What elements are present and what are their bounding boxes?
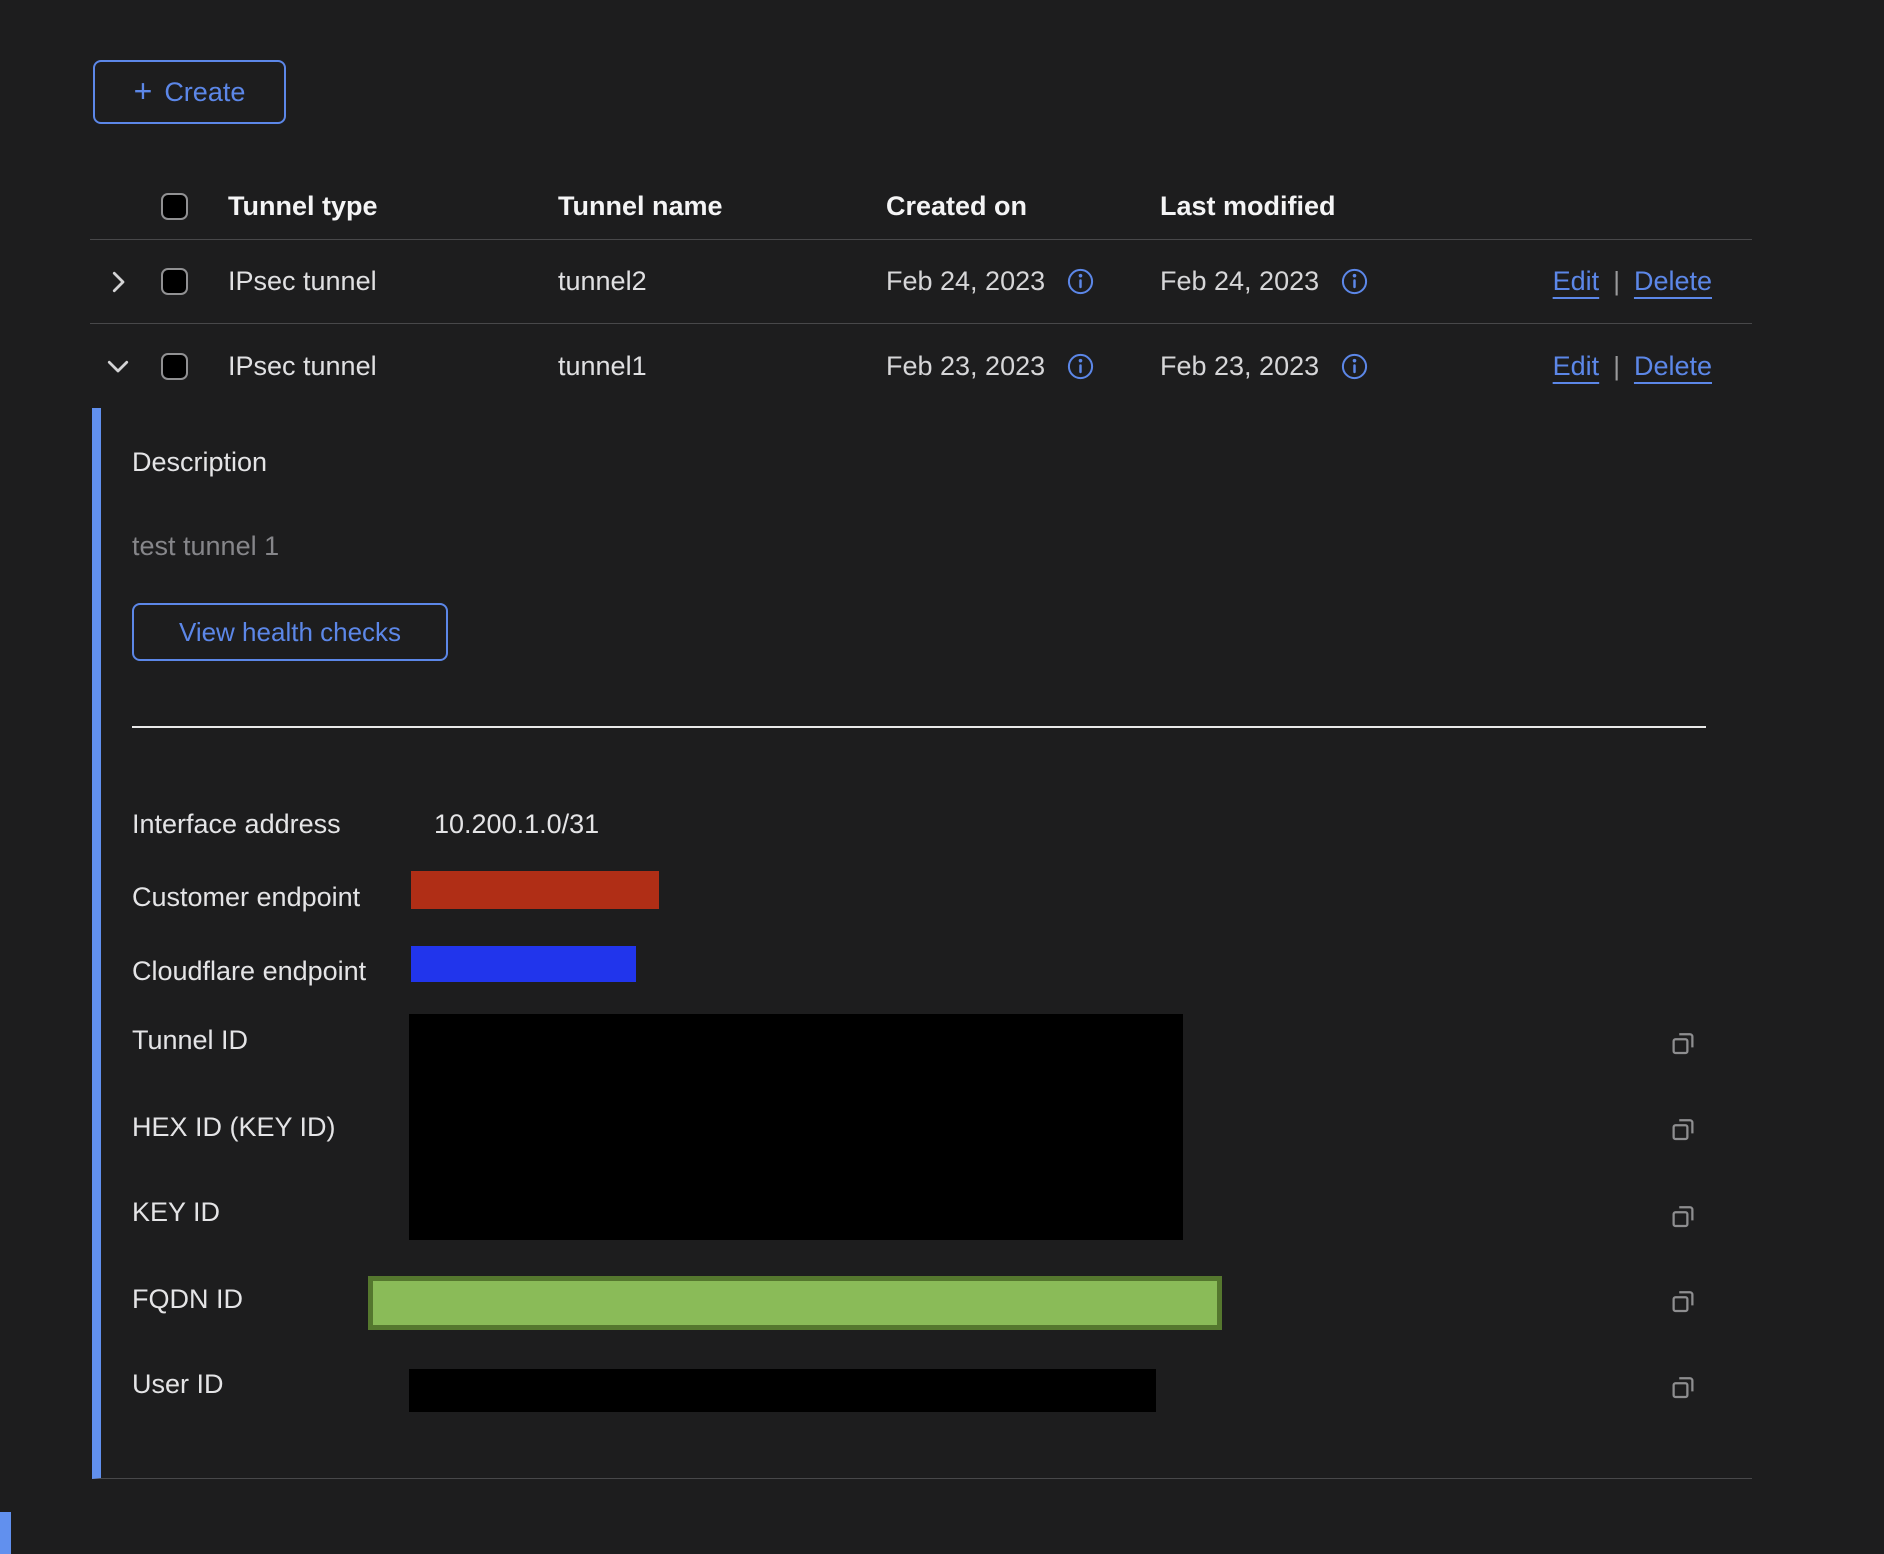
- create-button-label: Create: [164, 77, 245, 108]
- header-tunnel-type: Tunnel type: [228, 191, 558, 222]
- fqdn-id-redacted-value: [368, 1276, 1222, 1330]
- delete-link[interactable]: Delete: [1634, 351, 1712, 382]
- last-modified-value: Feb 23, 2023: [1160, 351, 1319, 382]
- edit-link[interactable]: Edit: [1553, 351, 1600, 382]
- ids-redacted-values: [409, 1014, 1183, 1240]
- delete-link[interactable]: Delete: [1634, 266, 1712, 297]
- table-header-row: Tunnel type Tunnel name Created on Last …: [90, 174, 1752, 240]
- copy-hex-id-button[interactable]: [1668, 1114, 1698, 1144]
- tunnel-id-label: Tunnel ID: [132, 1025, 248, 1055]
- copy-tunnel-id-button[interactable]: [1668, 1028, 1698, 1058]
- tunnel-detail-panel: Description test tunnel 1 View health ch…: [92, 408, 1752, 1479]
- tunnel-name-cell: tunnel2: [558, 266, 886, 297]
- chevron-right-icon: [103, 267, 133, 297]
- tunnel-name-cell: tunnel1: [558, 351, 886, 382]
- plus-icon: +: [134, 75, 153, 107]
- info-icon[interactable]: [1067, 268, 1094, 295]
- description-label: Description: [132, 447, 267, 477]
- select-all-cell: [146, 193, 228, 220]
- info-icon[interactable]: [1341, 268, 1368, 295]
- copy-icon: [1668, 1114, 1698, 1144]
- created-on-value: Feb 23, 2023: [886, 351, 1045, 382]
- header-created-on: Created on: [886, 191, 1160, 222]
- view-health-checks-button[interactable]: View health checks: [132, 603, 448, 661]
- info-icon[interactable]: [1341, 353, 1368, 380]
- edit-link[interactable]: Edit: [1553, 266, 1600, 297]
- last-modified-value: Feb 24, 2023: [1160, 266, 1319, 297]
- customer-endpoint-label: Customer endpoint: [132, 882, 360, 912]
- copy-icon: [1668, 1372, 1698, 1402]
- created-on-value: Feb 24, 2023: [886, 266, 1045, 297]
- table-row: IPsec tunnel tunnel2 Feb 24, 2023 Feb 24…: [90, 240, 1752, 324]
- hex-id-label: HEX ID (KEY ID): [132, 1112, 336, 1142]
- copy-icon: [1668, 1286, 1698, 1316]
- cloudflare-endpoint-label: Cloudflare endpoint: [132, 956, 366, 986]
- header-tunnel-name: Tunnel name: [558, 191, 886, 222]
- interface-address-label: Interface address: [132, 809, 341, 839]
- customer-endpoint-redacted-value: [411, 871, 659, 909]
- collapse-row-button[interactable]: [103, 351, 133, 381]
- chevron-down-icon: [103, 351, 133, 381]
- partial-expand-indicator: [0, 1512, 11, 1554]
- user-id-label: User ID: [132, 1369, 224, 1399]
- row-checkbox[interactable]: [161, 353, 188, 380]
- info-icon[interactable]: [1067, 353, 1094, 380]
- link-separator: |: [1613, 266, 1620, 297]
- copy-key-id-button[interactable]: [1668, 1201, 1698, 1231]
- table-row: IPsec tunnel tunnel1 Feb 23, 2023 Feb 23…: [90, 324, 1752, 408]
- tunnels-page: + Create Tunnel type Tunnel name Created…: [0, 0, 1884, 1554]
- copy-fqdn-id-button[interactable]: [1668, 1286, 1698, 1316]
- copy-icon: [1668, 1028, 1698, 1058]
- description-value: test tunnel 1: [132, 531, 279, 561]
- fqdn-id-label: FQDN ID: [132, 1284, 243, 1314]
- row-checkbox[interactable]: [161, 268, 188, 295]
- copy-user-id-button[interactable]: [1668, 1372, 1698, 1402]
- user-id-redacted-value: [409, 1369, 1156, 1412]
- tunnel-type-cell: IPsec tunnel: [228, 266, 558, 297]
- section-divider: [132, 726, 1706, 728]
- create-button[interactable]: + Create: [93, 60, 286, 124]
- expand-row-button[interactable]: [103, 267, 133, 297]
- cloudflare-endpoint-redacted-value: [411, 946, 636, 982]
- tunnels-table: Tunnel type Tunnel name Created on Last …: [90, 174, 1752, 1479]
- copy-icon: [1668, 1201, 1698, 1231]
- header-last-modified: Last modified: [1160, 191, 1460, 222]
- key-id-label: KEY ID: [132, 1197, 220, 1227]
- interface-address-value: 10.200.1.0/31: [434, 809, 599, 839]
- tunnel-type-cell: IPsec tunnel: [228, 351, 558, 382]
- select-all-checkbox[interactable]: [161, 193, 188, 220]
- link-separator: |: [1613, 351, 1620, 382]
